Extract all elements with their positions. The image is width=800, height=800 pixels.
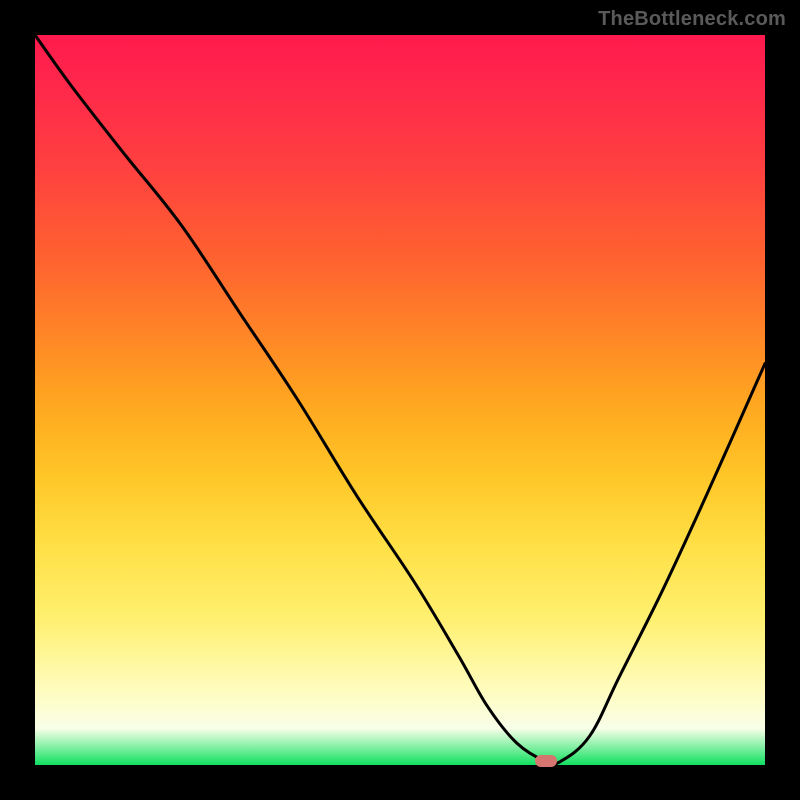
optimal-marker [535, 755, 557, 767]
data-curve [35, 35, 765, 765]
watermark: TheBottleneck.com [598, 8, 786, 31]
plot-area [35, 35, 765, 765]
chart-container: TheBottleneck.com [0, 0, 800, 800]
